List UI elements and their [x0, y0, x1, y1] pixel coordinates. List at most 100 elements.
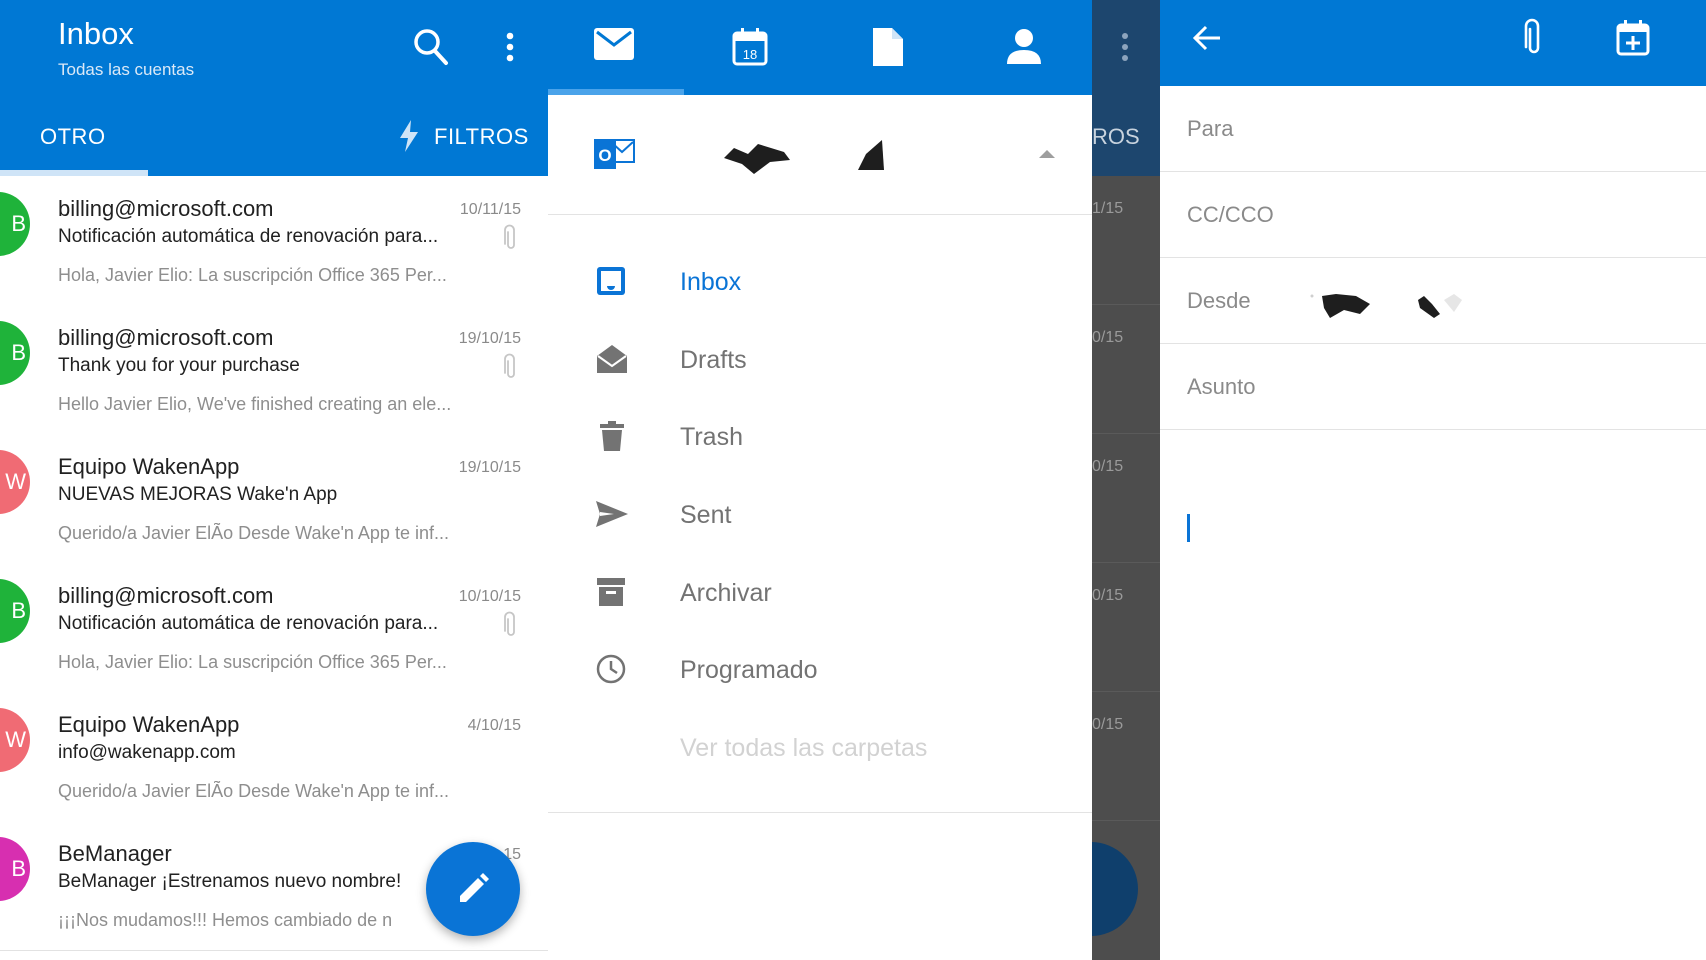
flash-icon [398, 120, 420, 152]
see-all-folders-link[interactable]: Ver todas las carpetas [680, 734, 927, 763]
tab-selected-indicator [548, 89, 684, 95]
date-partial: 0/15 [1092, 716, 1124, 733]
folder-label: Inbox [680, 268, 742, 296]
message-preview: Hola, Javier Elio: La suscripción Office… [58, 652, 447, 672]
message-sender: billing@microsoft.com [58, 196, 274, 221]
folder-item-inbox[interactable]: Inbox [548, 250, 1092, 314]
message-subject: info@wakenapp.com [58, 742, 236, 763]
date-partial: 0/15 [1092, 329, 1124, 346]
message-date: 19/10/15 [458, 459, 521, 476]
files-icon[interactable] [873, 28, 903, 66]
inbox-panel: Inbox Todas las cuentas OTRO FILTROS B b… [0, 0, 548, 960]
cc-field[interactable]: CC/CCO [1160, 172, 1706, 258]
text-cursor [1187, 514, 1190, 542]
more-vert-icon[interactable] [505, 32, 515, 64]
folder-label: Trash [680, 423, 743, 451]
message-sender: Equipo WakenApp [58, 712, 240, 737]
avatar: W [0, 450, 30, 514]
cc-label: CC/CCO [1187, 202, 1274, 227]
folder-item-trash[interactable]: Trash [548, 405, 1092, 469]
list-item[interactable]: B billing@microsoft.com 19/10/15 Thank y… [0, 305, 548, 435]
divider [1092, 433, 1160, 434]
to-field[interactable]: Para [1160, 86, 1706, 172]
from-account-avatar [1308, 288, 1488, 322]
message-date: 10/10/15 [458, 588, 521, 605]
list-item[interactable]: W Equipo WakenApp 4/10/15 info@wakenapp.… [0, 692, 548, 822]
tab-other[interactable]: OTRO [40, 124, 106, 150]
archive-icon [596, 577, 626, 607]
more-vert-icon [1120, 32, 1130, 62]
from-label: Desde [1187, 288, 1251, 313]
attachment-icon[interactable] [1524, 18, 1544, 58]
dimmed-inbox-overlay[interactable]: ROS 1/15 0/15 0/15 0/15 0/15 5 [1092, 0, 1160, 960]
message-subject: BeManager ¡Estrenamos nuevo nombre! [58, 871, 402, 892]
outlook-logo[interactable]: O [594, 136, 636, 172]
attachment-icon [504, 224, 518, 252]
date-partial: 0/15 [1092, 587, 1124, 604]
filters-button[interactable]: FILTROS [434, 124, 529, 150]
calendar-day: 18 [743, 47, 757, 62]
date-partial: 1/15 [1092, 200, 1124, 217]
folder-label: Drafts [680, 346, 747, 374]
message-body-input[interactable] [1160, 430, 1706, 960]
divider [1092, 820, 1160, 821]
compose-fab-dimmed [1092, 842, 1138, 936]
avatar: B [0, 837, 30, 901]
send-icon [596, 501, 628, 527]
message-date: 10/11/15 [459, 201, 521, 218]
to-label: Para [1187, 116, 1234, 141]
message-preview: Hola, Javier Elio: La suscripción Office… [58, 265, 447, 285]
calendar-add-icon[interactable] [1616, 20, 1650, 56]
compose-panel: Para CC/CCO Desde Asunto [1160, 0, 1706, 960]
divider [1092, 304, 1160, 305]
folder-label: Archivar [680, 579, 772, 607]
divider [548, 214, 1092, 215]
avatar: B [0, 321, 30, 385]
date-partial: 0/15 [1092, 458, 1124, 475]
back-arrow-icon[interactable] [1192, 24, 1222, 52]
divider [1092, 562, 1160, 563]
compose-fab[interactable] [426, 842, 520, 936]
chevron-up-icon[interactable] [1038, 148, 1056, 160]
message-date: 19/10/15 [458, 330, 521, 347]
calendar-icon[interactable]: 18 [732, 28, 768, 66]
mail-icon[interactable] [594, 28, 634, 60]
subject-label: Asunto [1187, 374, 1256, 399]
attachment-icon [504, 353, 518, 381]
clock-icon [596, 654, 626, 684]
list-item[interactable]: B billing@microsoft.com 10/10/15 Notific… [0, 563, 548, 693]
people-icon[interactable] [1007, 28, 1041, 64]
message-date: 4/10/15 [467, 717, 521, 734]
folder-label: Programado [680, 656, 818, 684]
trash-icon [600, 421, 624, 451]
message-sender: Equipo WakenApp [58, 454, 240, 479]
message-preview: Hello Javier Elio, We've finished creati… [58, 394, 452, 414]
filters-partial: ROS [1092, 124, 1140, 149]
inbox-icon [596, 266, 626, 296]
message-preview: ¡¡¡Nos mudamos!!! Hemos cambiado de n [58, 910, 393, 930]
overlay-app-bar [1092, 0, 1160, 95]
drawer-top-bar: 18 [548, 0, 1092, 95]
account-avatar[interactable] [724, 140, 794, 176]
avatar: B [0, 579, 30, 643]
folder-item-archive[interactable]: Archivar [548, 561, 1092, 625]
message-subject: Notificación automática de renovación pa… [58, 613, 439, 634]
account-avatar[interactable] [856, 138, 886, 174]
folder-item-scheduled[interactable]: Programado [548, 638, 1092, 702]
search-icon[interactable] [413, 28, 449, 66]
message-sender: BeManager [58, 841, 172, 866]
from-field[interactable]: Desde [1160, 258, 1706, 344]
drafts-icon [596, 344, 628, 374]
message-sender: billing@microsoft.com [58, 325, 274, 350]
page-title: Inbox [58, 16, 134, 51]
divider [548, 812, 1092, 813]
list-item[interactable]: W Equipo WakenApp 19/10/15 NUEVAS MEJORA… [0, 434, 548, 564]
account-subtitle: Todas las cuentas [58, 60, 195, 79]
message-preview: Querido/a Javier ElÃo Desde Wake'n App t… [58, 523, 449, 543]
subject-field[interactable]: Asunto [1160, 344, 1706, 430]
message-subject: Notificación automática de renovación pa… [58, 226, 439, 247]
folder-item-drafts[interactable]: Drafts [548, 328, 1092, 392]
folder-item-sent[interactable]: Sent [548, 483, 1092, 547]
edit-icon [456, 872, 490, 906]
list-item[interactable]: B billing@microsoft.com 10/11/15 Notific… [0, 176, 548, 306]
